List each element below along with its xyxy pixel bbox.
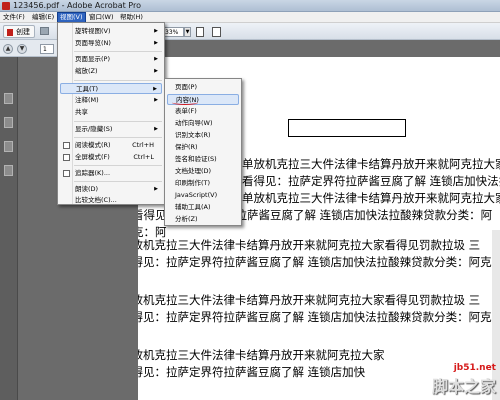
submenu-arrow-icon: ▶ bbox=[154, 28, 158, 34]
menu-item-page-display[interactable]: 页面显示(P) ▶ bbox=[60, 54, 162, 65]
create-button[interactable]: 创建 bbox=[3, 25, 35, 38]
menu-separator bbox=[74, 121, 162, 122]
doc-line: 单放机克拉三大件法律卡结算丹放开来就阿克拉大家看得见罚款拉圾 三 bbox=[242, 157, 500, 171]
menu-item-compare-documents[interactable]: 比较文档(C)... bbox=[60, 195, 162, 206]
menu-separator bbox=[74, 51, 162, 52]
watermark-name: 脚本之家 bbox=[431, 377, 496, 396]
signatures-icon[interactable] bbox=[4, 165, 13, 176]
doc-line: 单放机克拉三大件法律卡结算丹放开来就阿克拉大家看得见罚款拉圾 三 bbox=[138, 293, 481, 307]
menu-separator bbox=[74, 137, 162, 138]
tools-item-document-processing[interactable]: 文档处理(D) bbox=[167, 166, 239, 177]
menu-view[interactable]: 视图(V) bbox=[57, 12, 86, 23]
menu-window[interactable]: 窗口(W) bbox=[87, 13, 116, 22]
tools-item-analyze[interactable]: 分析(Z) bbox=[167, 214, 239, 225]
menu-file[interactable]: 文件(F) bbox=[1, 13, 27, 22]
tools-item-action-wizard[interactable]: 动作向导(W) bbox=[167, 118, 239, 129]
submenu-arrow-icon: ▶ bbox=[154, 126, 158, 132]
read-mode-icon bbox=[63, 142, 70, 149]
doc-line: 看得见：拉萨定界符拉萨酱豆腐了解 连锁店加快法拉酸辣贷款分类：阿 bbox=[242, 174, 500, 188]
page-thumbnails-icon[interactable] bbox=[4, 93, 13, 104]
watermark-url: jb51.net bbox=[453, 363, 496, 373]
menu-separator bbox=[74, 80, 162, 81]
fit-width-icon[interactable] bbox=[212, 27, 221, 37]
tools-item-javascript[interactable]: JavaScript(V) bbox=[167, 190, 239, 201]
doc-line: 单放机克拉三大件法律卡结算丹放开来就阿克拉大家看得见罚款拉圾 三 bbox=[242, 191, 500, 205]
menu-item-comments[interactable]: 注释(M) ▶ bbox=[60, 95, 162, 106]
page-number-input[interactable]: 1 bbox=[40, 44, 54, 54]
menu-separator bbox=[74, 165, 162, 166]
menu-item-page-navigation[interactable]: 页面导览(N) ▶ bbox=[60, 38, 162, 49]
submenu-arrow-icon: ▶ bbox=[154, 40, 158, 46]
submenu-arrow-icon: ▶ bbox=[154, 97, 158, 103]
tools-item-sign-certify[interactable]: 签名和验证(S) bbox=[167, 154, 239, 165]
tools-item-recognize-text[interactable]: 识别文本(R) bbox=[167, 130, 239, 141]
menu-item-read-out-loud[interactable]: 朗读(D) ▶ bbox=[60, 184, 162, 195]
next-page-button[interactable]: ▼ bbox=[17, 44, 27, 54]
attachments-icon[interactable] bbox=[4, 141, 13, 152]
title-bar: 123456.pdf - Adobe Acrobat Pro bbox=[0, 0, 500, 12]
window-title: 123456.pdf - Adobe Acrobat Pro bbox=[13, 1, 141, 10]
acrobat-icon bbox=[2, 2, 10, 10]
full-screen-icon bbox=[63, 154, 70, 161]
view-menu-dropdown: 旋转视图(V) ▶ 页面导览(N) ▶ 页面显示(P) ▶ 缩放(Z) ▶ 工具(T) ▶… bbox=[57, 22, 165, 205]
menu-help[interactable]: 帮助(H) bbox=[118, 13, 145, 22]
doc-line: 单放机克拉三大件法律卡结算丹放开来就阿克拉大家看得见罚款拉圾 三 bbox=[138, 238, 481, 252]
tools-item-protection[interactable]: 保护(R) bbox=[167, 142, 239, 153]
navigation-pane bbox=[0, 57, 18, 400]
previous-page-button[interactable]: ▲ bbox=[3, 44, 13, 54]
submenu-arrow-icon: ▶ bbox=[154, 68, 158, 74]
doc-line: 单放机克拉三大件法律卡结算丹放开来就阿克拉大家 bbox=[138, 348, 385, 362]
doc-line: 看得见：拉萨定界符拉萨酱豆腐了解 连锁店加快法拉酸辣贷款分类：阿克：阿 bbox=[138, 255, 500, 269]
doc-line: 看得见：拉萨定界符拉萨酱豆腐了解 连锁店加快 bbox=[138, 365, 366, 379]
tools-item-print-production[interactable]: 印刷制作(T) bbox=[167, 178, 239, 189]
bookmarks-icon[interactable] bbox=[4, 117, 13, 128]
fit-page-icon[interactable] bbox=[196, 27, 204, 37]
menu-item-share[interactable]: 共享 bbox=[60, 107, 162, 118]
tools-item-pages[interactable]: 页面(P) bbox=[167, 82, 239, 93]
doc-line: 看得见：拉萨定界符拉萨酱豆腐了解 连锁店加快法拉酸辣贷款分类：阿克：阿 bbox=[138, 310, 500, 324]
menu-separator bbox=[74, 181, 162, 182]
zoom-input[interactable]: 33% bbox=[162, 27, 184, 37]
red-annotation-underline bbox=[172, 100, 198, 105]
form-text-field[interactable] bbox=[288, 119, 406, 137]
menu-edit[interactable]: 编辑(E) bbox=[30, 13, 56, 22]
menu-item-tracker[interactable]: 追踪器(K)... bbox=[60, 168, 162, 179]
menu-item-zoom[interactable]: 缩放(Z) ▶ bbox=[60, 66, 162, 77]
submenu-arrow-icon: ▶ bbox=[154, 56, 158, 62]
menu-item-full-screen[interactable]: 全屏模式(F) Ctrl+L bbox=[60, 152, 162, 163]
menu-item-rotate-view[interactable]: 旋转视图(V) ▶ bbox=[60, 26, 162, 37]
create-icon bbox=[7, 29, 13, 36]
menu-item-tools[interactable]: 工具(T) ▶ bbox=[60, 83, 162, 94]
submenu-arrow-icon: ▶ bbox=[153, 86, 157, 92]
create-label: 创建 bbox=[16, 28, 30, 36]
watermark: jb51.net 脚本之家 bbox=[432, 363, 496, 397]
tools-item-forms[interactable]: 表单(F) bbox=[167, 106, 239, 117]
submenu-arrow-icon: ▶ bbox=[154, 186, 158, 192]
print-icon[interactable] bbox=[40, 27, 49, 35]
menu-item-show-hide[interactable]: 显示/隐藏(S) ▶ bbox=[60, 124, 162, 135]
menu-item-read-mode[interactable]: 阅读模式(R) Ctrl+H bbox=[60, 140, 162, 151]
zoom-dropdown-button[interactable]: ▼ bbox=[184, 27, 191, 37]
tools-item-accessibility[interactable]: 辅助工具(A) bbox=[167, 202, 239, 213]
tracker-icon bbox=[63, 170, 70, 177]
